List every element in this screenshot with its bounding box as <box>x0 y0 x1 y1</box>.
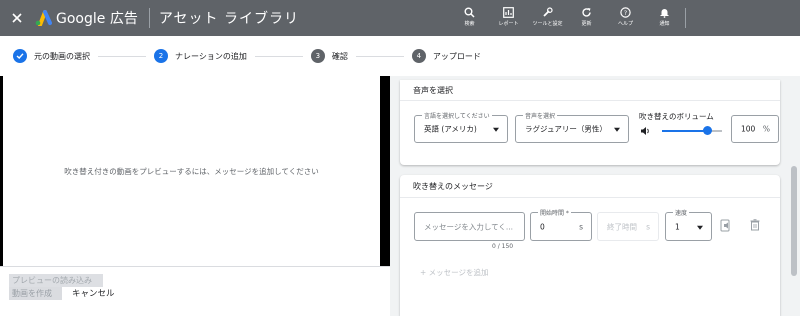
volume-label: 吹き替えのボリューム <box>639 112 714 121</box>
start-time-input[interactable]: 開始時間 * 0 s <box>530 208 592 241</box>
close-button[interactable] <box>0 13 34 23</box>
top-bar: Google 広告 アセット ライブラリ 検索 レポート ツールと設定 更新 ?… <box>0 0 800 36</box>
check-icon <box>16 53 24 59</box>
message-card-title: 吹き替えのメッセージ <box>413 182 493 191</box>
google-ads-logo-icon <box>35 10 52 26</box>
refresh-label: 更新 <box>581 21 592 27</box>
step-4-indicator: 4 <box>411 49 426 63</box>
voice-label: 音声を選択 <box>523 111 558 120</box>
svg-text:?: ? <box>624 9 627 17</box>
dub-message-card: 吹き替えのメッセージ メッセージを入力してく... 0 / 150 開始時間 *… <box>400 175 780 316</box>
step-3-indicator: 3 <box>310 49 325 63</box>
step-1-indicator <box>13 49 27 63</box>
refresh-button[interactable]: 更新 <box>567 0 606 36</box>
chevron-down-icon <box>697 225 703 230</box>
step-connector <box>355 55 404 57</box>
report-label: レポート <box>498 21 519 27</box>
load-preview-button[interactable]: プレビューの読み込み <box>9 274 103 287</box>
character-count: 0 / 150 <box>492 243 514 250</box>
volume-unit: % <box>762 124 770 134</box>
page-title: アセット ライブラリ <box>158 11 299 27</box>
step-connector <box>254 55 303 57</box>
language-select[interactable]: 言語を選択してください 英語 (アメリカ) <box>414 111 508 143</box>
step-select-video[interactable]: 元の動画の選択 <box>13 49 90 63</box>
message-input[interactable]: メッセージを入力してく... <box>414 212 525 241</box>
volume-slider-handle[interactable] <box>702 126 712 135</box>
volume-slider-fill <box>662 130 707 132</box>
header-right-divider <box>685 8 686 28</box>
notifications-label: 通知 <box>659 21 670 27</box>
step-3-label: 確認 <box>331 51 348 61</box>
delete-icon[interactable] <box>750 219 760 231</box>
speed-select[interactable]: 速度 1 <box>665 208 712 241</box>
message-placeholder: メッセージを入力してく... <box>424 222 514 231</box>
report-icon <box>503 7 514 18</box>
volume-icon[interactable] <box>640 126 651 136</box>
chevron-down-icon <box>493 127 499 132</box>
step-2-indicator: 2 <box>154 49 168 63</box>
end-time-unit: s <box>646 222 650 231</box>
start-time-value: 0 <box>540 222 545 231</box>
chevron-down-icon <box>614 127 620 132</box>
voice-card-title: 音声を選択 <box>413 86 453 95</box>
card-divider <box>400 197 780 198</box>
tools-icon <box>543 7 553 17</box>
google-ads-logo: Google 広告 <box>34 8 138 28</box>
step-upload[interactable]: 4 アップロード <box>411 49 481 63</box>
add-message-link[interactable]: + メッセージを追加 <box>420 267 489 278</box>
speed-value: 1 <box>675 222 680 231</box>
cancel-button[interactable]: キャンセル <box>72 287 115 299</box>
voice-value: ラグジュアリー（男性） <box>525 124 607 134</box>
voice-selection-card: 音声を選択 言語を選択してください 英語 (アメリカ) 音声を選択 ラグジュアリ… <box>400 80 780 165</box>
preview-audio-icon[interactable] <box>720 219 732 232</box>
volume-input[interactable]: 100 % <box>731 115 779 143</box>
refresh-icon <box>582 8 591 17</box>
speed-label: 速度 <box>673 208 690 217</box>
step-review[interactable]: 3 確認 <box>310 49 348 63</box>
start-time-label: 開始時間 * <box>538 208 571 217</box>
report-button[interactable]: レポート <box>489 0 528 36</box>
preview-message: 吹き替え付きの動画をプレビューするには、メッセージを追加してください <box>64 166 319 176</box>
card-divider <box>400 100 780 101</box>
tools-button[interactable]: ツールと設定 <box>528 0 567 36</box>
stepper: 元の動画の選択 2 ナレーションの追加 3 確認 4 アップロード <box>0 36 800 76</box>
help-button[interactable]: ? ヘルプ <box>606 0 645 36</box>
step-2-label: ナレーションの追加 <box>175 51 247 61</box>
step-add-narration[interactable]: 2 ナレーションの追加 <box>154 49 247 63</box>
header-divider <box>148 8 150 28</box>
step-1-label: 元の動画の選択 <box>34 51 90 61</box>
video-preview: 吹き替え付きの動画をプレビューするには、メッセージを追加してください <box>3 76 380 266</box>
scrollbar[interactable] <box>791 166 797 276</box>
help-label: ヘルプ <box>617 21 633 27</box>
create-video-button[interactable]: 動画を作成 <box>9 287 62 300</box>
step-4-label: アップロード <box>432 51 481 61</box>
voice-select[interactable]: 音声を選択 ラグジュアリー（男性） <box>515 111 629 143</box>
step-connector <box>98 55 146 57</box>
language-label: 言語を選択してください <box>422 111 492 120</box>
language-value: 英語 (アメリカ) <box>424 124 477 134</box>
start-time-unit: s <box>579 222 583 231</box>
end-time-input[interactable]: 終了時間 s <box>597 212 659 241</box>
notifications-button[interactable]: 通知 <box>645 0 684 36</box>
brand-name: Google 広告 <box>56 11 138 27</box>
search-icon <box>464 7 475 18</box>
tools-label: ツールと設定 <box>532 21 563 27</box>
volume-value: 100 <box>741 124 756 134</box>
search-label: 検索 <box>464 21 475 27</box>
search-button[interactable]: 検索 <box>450 0 489 36</box>
header-actions: 検索 レポート ツールと設定 更新 ? ヘルプ 通知 <box>450 0 684 36</box>
end-time-placeholder: 終了時間 <box>607 222 637 231</box>
bell-icon <box>660 9 669 18</box>
help-icon: ? <box>620 7 631 18</box>
close-icon <box>12 13 22 23</box>
